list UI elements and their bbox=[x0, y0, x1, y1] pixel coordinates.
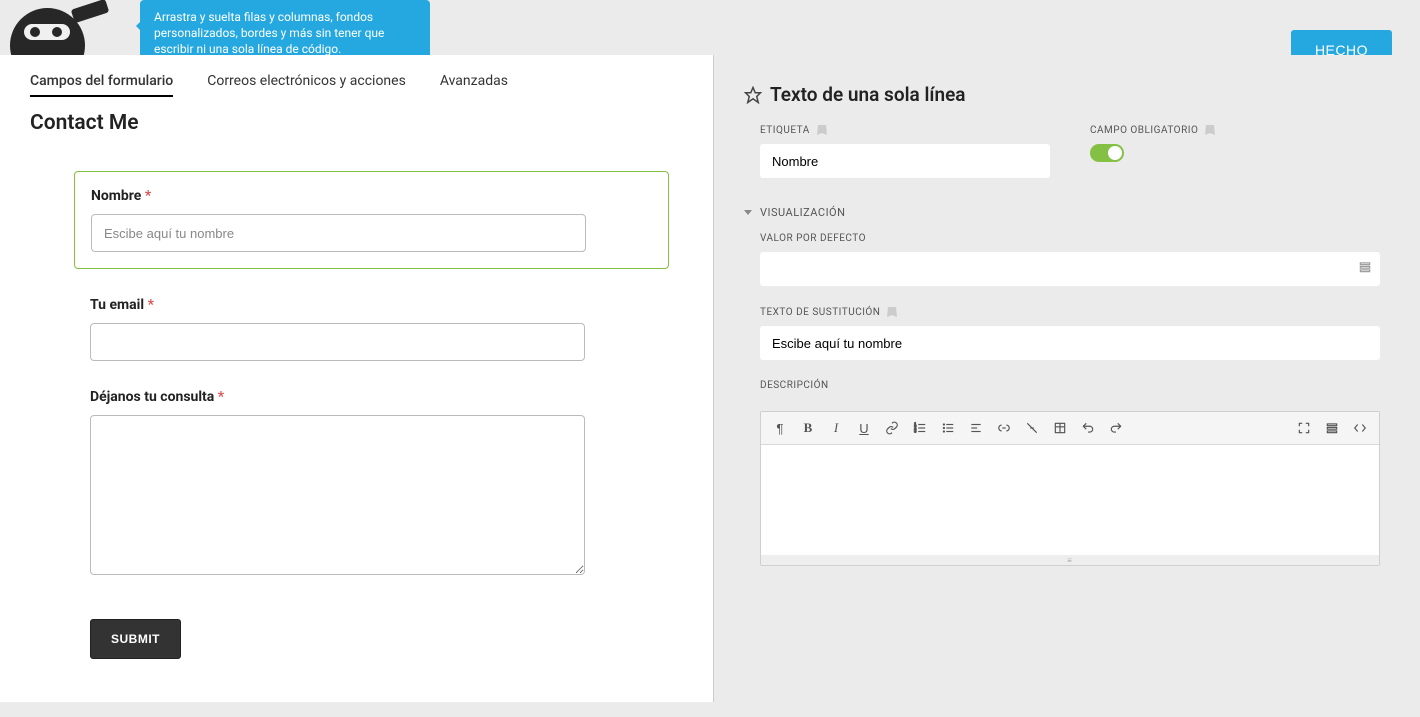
form-body: Nombre * Tu email * Déjanos tu consulta … bbox=[0, 147, 713, 717]
valor-defecto-block: VALOR POR DEFECTO bbox=[744, 233, 1396, 306]
texto-sustitucion-label: TEXTO DE SUSTITUCIÓN bbox=[760, 306, 1380, 318]
merge-tags-icon[interactable] bbox=[1358, 260, 1372, 278]
section-header: Texto de una sola línea bbox=[744, 83, 1396, 106]
description-editor: ¶ B I U 123 bbox=[760, 411, 1380, 566]
etiqueta-col: ETIQUETA bbox=[760, 124, 1050, 178]
tabs: Campos del formulario Correos electrónic… bbox=[0, 55, 713, 105]
required-toggle[interactable] bbox=[1090, 144, 1124, 162]
tab-form-fields[interactable]: Campos del formulario bbox=[30, 73, 173, 97]
submit-block: SUBMIT bbox=[90, 619, 653, 659]
help-icon[interactable] bbox=[1204, 124, 1216, 136]
required-label: CAMPO OBLIGATORIO bbox=[1090, 124, 1380, 136]
undo-icon[interactable] bbox=[1075, 415, 1101, 441]
field-message-input[interactable] bbox=[90, 415, 585, 575]
valor-defecto-label: VALOR POR DEFECTO bbox=[760, 233, 1380, 244]
texto-sustitucion-block: TEXTO DE SUSTITUCIÓN bbox=[744, 306, 1396, 380]
tab-emails-actions[interactable]: Correos electrónicos y acciones bbox=[207, 73, 406, 97]
required-col: CAMPO OBLIGATORIO bbox=[1090, 124, 1380, 178]
chevron-down-icon bbox=[744, 210, 752, 215]
label-required-row: ETIQUETA CAMPO OBLIGATORIO bbox=[744, 124, 1396, 178]
paragraph-icon[interactable]: ¶ bbox=[767, 415, 793, 441]
help-icon[interactable] bbox=[816, 124, 828, 136]
form-title: Contact Me bbox=[0, 105, 713, 147]
tab-advanced[interactable]: Avanzadas bbox=[440, 73, 508, 97]
descripcion-label: DESCRIPCIÓN bbox=[760, 380, 1380, 391]
ordered-list-icon[interactable]: 123 bbox=[907, 415, 933, 441]
field-email-label: Tu email * bbox=[90, 297, 653, 313]
bold-icon[interactable]: B bbox=[795, 415, 821, 441]
field-message-label: Déjanos tu consulta * bbox=[90, 389, 653, 405]
etiqueta-label: ETIQUETA bbox=[760, 124, 1050, 136]
form-preview-pane: Campos del formulario Correos electrónic… bbox=[0, 55, 714, 702]
table-icon[interactable] bbox=[1047, 415, 1073, 441]
editor-textarea[interactable] bbox=[761, 445, 1379, 555]
redo-icon[interactable] bbox=[1103, 415, 1129, 441]
main-split: Campos del formulario Correos electrónic… bbox=[0, 55, 1420, 702]
field-name[interactable]: Nombre * bbox=[74, 171, 669, 269]
ninja-logo bbox=[10, 0, 110, 55]
field-email-input[interactable] bbox=[90, 323, 585, 361]
code-icon[interactable] bbox=[1347, 415, 1373, 441]
editor-toolbar: ¶ B I U 123 bbox=[761, 412, 1379, 445]
field-name-input[interactable] bbox=[91, 214, 586, 252]
field-settings-pane: Texto de una sola línea ETIQUETA CAMPO O… bbox=[714, 55, 1420, 702]
list-view-icon[interactable] bbox=[1319, 415, 1345, 441]
help-icon[interactable] bbox=[886, 306, 898, 318]
insert-link-icon[interactable] bbox=[991, 415, 1017, 441]
unlink-icon[interactable] bbox=[1019, 415, 1045, 441]
valor-defecto-input[interactable] bbox=[760, 252, 1380, 286]
unordered-list-icon[interactable] bbox=[935, 415, 961, 441]
etiqueta-input[interactable] bbox=[760, 144, 1050, 178]
field-name-label: Nombre * bbox=[91, 188, 652, 204]
top-bar: Arrastra y suelta filas y columnas, fond… bbox=[0, 0, 1420, 55]
link-icon[interactable] bbox=[879, 415, 905, 441]
svg-text:3: 3 bbox=[914, 429, 917, 434]
italic-icon[interactable]: I bbox=[823, 415, 849, 441]
submit-button[interactable]: SUBMIT bbox=[90, 619, 181, 659]
editor-resize-handle[interactable]: ≡ bbox=[761, 555, 1379, 565]
underline-icon[interactable]: U bbox=[851, 415, 877, 441]
align-icon[interactable] bbox=[963, 415, 989, 441]
fullscreen-icon[interactable] bbox=[1291, 415, 1317, 441]
star-icon bbox=[744, 86, 762, 104]
texto-sustitucion-input[interactable] bbox=[760, 326, 1380, 360]
field-message[interactable]: Déjanos tu consulta * bbox=[90, 389, 653, 579]
descripcion-label-block: DESCRIPCIÓN bbox=[744, 380, 1396, 405]
section-title: Texto de una sola línea bbox=[770, 83, 966, 106]
visualizacion-header[interactable]: VISUALIZACIÓN bbox=[744, 206, 1396, 219]
field-email[interactable]: Tu email * bbox=[90, 297, 653, 361]
